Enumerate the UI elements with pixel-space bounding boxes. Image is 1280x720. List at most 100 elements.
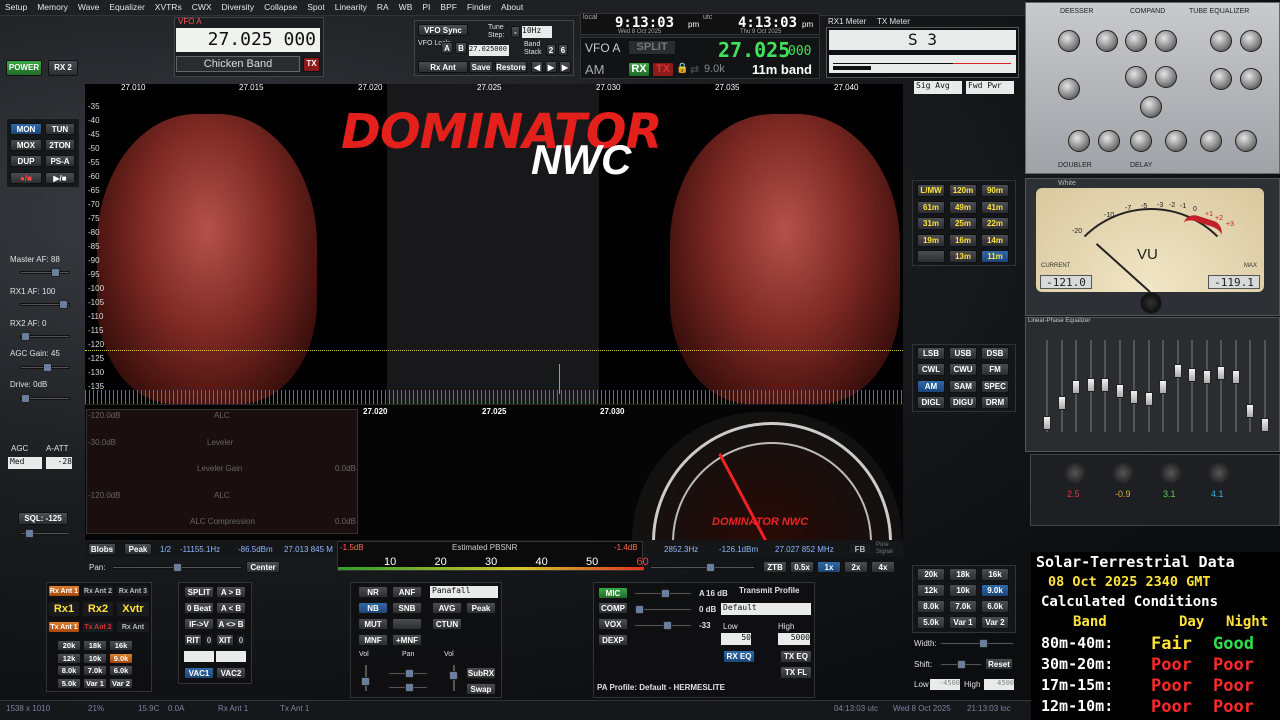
menu-item[interactable]: Spot	[302, 0, 330, 15]
filter-button-10k[interactable]: 10k	[949, 584, 977, 597]
anf-button[interactable]: ANF	[392, 586, 422, 598]
rx-ant-button[interactable]: Rx Ant	[418, 61, 468, 73]
ant-filter-50k[interactable]: 5.0k	[57, 677, 81, 689]
filter-button-50k[interactable]: 5.0k	[917, 616, 945, 629]
nb-button[interactable]: NB	[358, 602, 388, 614]
tx-high-input[interactable]: 5000	[778, 633, 810, 645]
record-button[interactable]: ●/■	[10, 172, 42, 184]
menu-item[interactable]: Finder	[462, 0, 496, 15]
shift-slider[interactable]	[940, 660, 982, 669]
eq-band-slider[interactable]	[1057, 396, 1066, 410]
eq-band-slider[interactable]	[1260, 418, 1269, 432]
filter-button-var2[interactable]: Var 2	[981, 616, 1009, 629]
mode-button-usb[interactable]: USB	[949, 347, 977, 360]
plugin-knob[interactable]	[1140, 96, 1162, 118]
ant-filter-var1[interactable]: Var 1	[83, 677, 107, 689]
band-button-25m[interactable]: 25m	[949, 217, 977, 230]
agc-gain-slider[interactable]	[20, 363, 70, 372]
plugin-knob[interactable]	[1096, 30, 1118, 52]
main-freq[interactable]: 27.025	[718, 38, 790, 62]
band-button-61m[interactable]: 61m	[917, 200, 945, 214]
eq-band-slider[interactable]	[1115, 384, 1124, 398]
band-button-120m[interactable]: 120m	[949, 184, 977, 197]
eq-band-slider[interactable]	[1188, 368, 1196, 382]
tx-button[interactable]: TX	[303, 57, 320, 72]
band-button-41m[interactable]: 41m	[981, 200, 1009, 214]
vac2-button[interactable]: VAC2	[216, 667, 246, 679]
plugin-knob[interactable]	[1240, 68, 1262, 90]
eq-band-slider[interactable]	[1173, 364, 1182, 378]
plugin-knob[interactable]	[1235, 130, 1257, 152]
filter-button-60k[interactable]: 6.0k	[981, 600, 1009, 613]
plugin-knob[interactable]	[1200, 130, 1222, 152]
mic-button[interactable]: MIC	[598, 587, 628, 599]
high-filter-input[interactable]: 4500	[984, 679, 1014, 690]
peak-button[interactable]: Peak	[124, 543, 152, 555]
ctun-button[interactable]: CTUN	[432, 618, 462, 630]
zoom-05-button[interactable]: 0.5x	[790, 561, 814, 573]
sig-avg-select[interactable]: Sig Avg	[914, 81, 962, 94]
mode-button-cwu[interactable]: CWU	[949, 363, 977, 377]
vox-button[interactable]: VOX	[598, 618, 628, 630]
2ton-button[interactable]: 2TON	[45, 139, 75, 151]
rx-ant1-button[interactable]: Rx Ant 1	[48, 585, 80, 597]
eq-band-slider[interactable]	[1159, 380, 1167, 394]
mon-button[interactable]: MON	[10, 123, 42, 135]
menu-item[interactable]: Equalizer	[104, 0, 149, 15]
zero-beat-button[interactable]: 0 Beat	[184, 602, 214, 614]
rx-eq-button[interactable]: RX EQ	[723, 650, 755, 663]
sql-slider[interactable]	[20, 529, 70, 538]
band-button-13m[interactable]: 13m	[949, 250, 977, 263]
avg-button[interactable]: AVG	[432, 602, 462, 614]
filter-button-18k[interactable]: 18k	[949, 568, 977, 581]
plugin-knob[interactable]	[1165, 130, 1187, 152]
stack-last-button[interactable]: ▶	[559, 61, 571, 73]
menu-item[interactable]: Linearity	[330, 0, 372, 15]
ant-filter-16k[interactable]: 16k	[109, 640, 133, 651]
mode-button-dsb[interactable]: DSB	[981, 347, 1009, 360]
band-stack-6[interactable]: 6	[558, 44, 568, 56]
panadapter[interactable]: DOMINATOR NWC 27.010 27.015 27.020 27.02…	[85, 84, 903, 404]
rit-value[interactable]	[184, 651, 214, 662]
if-v-button[interactable]: IF->V	[184, 618, 214, 630]
rx-ant3-button[interactable]: Rx Ant 3	[116, 585, 150, 597]
rit-clear[interactable]: 0	[204, 634, 214, 646]
band-stack-2[interactable]: 2	[546, 44, 556, 56]
mic-slider[interactable]	[634, 589, 692, 598]
snb-button[interactable]: SNB	[392, 602, 422, 614]
tun-button[interactable]: TUN	[45, 123, 75, 135]
band-button-31m[interactable]: 31m	[917, 217, 945, 230]
vol-slider[interactable]	[361, 664, 370, 692]
band-button-16m[interactable]: 16m	[949, 233, 977, 247]
ant-filter-70k[interactable]: 7.0k	[83, 665, 107, 676]
rx2-ant-button[interactable]: Rx2	[82, 601, 114, 617]
mut-button[interactable]: MUT	[358, 618, 388, 630]
play-button[interactable]: ▶/■	[45, 172, 75, 184]
mode-button-lsb[interactable]: LSB	[917, 347, 945, 360]
filter-button-80k[interactable]: 8.0k	[917, 600, 945, 613]
rx1-af-slider[interactable]	[20, 300, 70, 309]
menu-item[interactable]: WB	[394, 0, 418, 15]
menu-item[interactable]: BPF	[435, 0, 462, 15]
eq-band-slider[interactable]	[1130, 390, 1138, 404]
rit-button[interactable]: RIT	[184, 634, 202, 646]
plugin-knob[interactable]	[1155, 30, 1177, 52]
menu-item[interactable]: CWX	[187, 0, 217, 15]
mode-button-spec[interactable]: SPEC	[981, 379, 1009, 393]
rx2-af-slider[interactable]	[20, 332, 70, 341]
menu-item[interactable]: XVTRs	[150, 0, 187, 15]
tx-fl-button[interactable]: TX FL	[780, 666, 812, 679]
reset-button[interactable]: Reset	[985, 658, 1013, 670]
nr-button[interactable]: NR	[358, 586, 388, 598]
sql-button[interactable]: SQL: -125	[18, 512, 68, 525]
xit-button[interactable]: XIT	[216, 634, 234, 646]
vfo-a-freq[interactable]: 27.025 000	[176, 28, 320, 52]
plugin-knob[interactable]	[1058, 30, 1080, 52]
mode-button-fm[interactable]: FM	[981, 363, 1009, 377]
plugin-knob[interactable]	[1210, 68, 1232, 90]
plugin-knob[interactable]	[1125, 66, 1147, 88]
plugin-knob[interactable]	[1240, 30, 1262, 52]
transmit-profile-select[interactable]: Default	[721, 603, 811, 615]
eq-band-slider[interactable]	[1086, 378, 1095, 392]
ant-filter-60k[interactable]: 6.0k	[109, 665, 133, 676]
